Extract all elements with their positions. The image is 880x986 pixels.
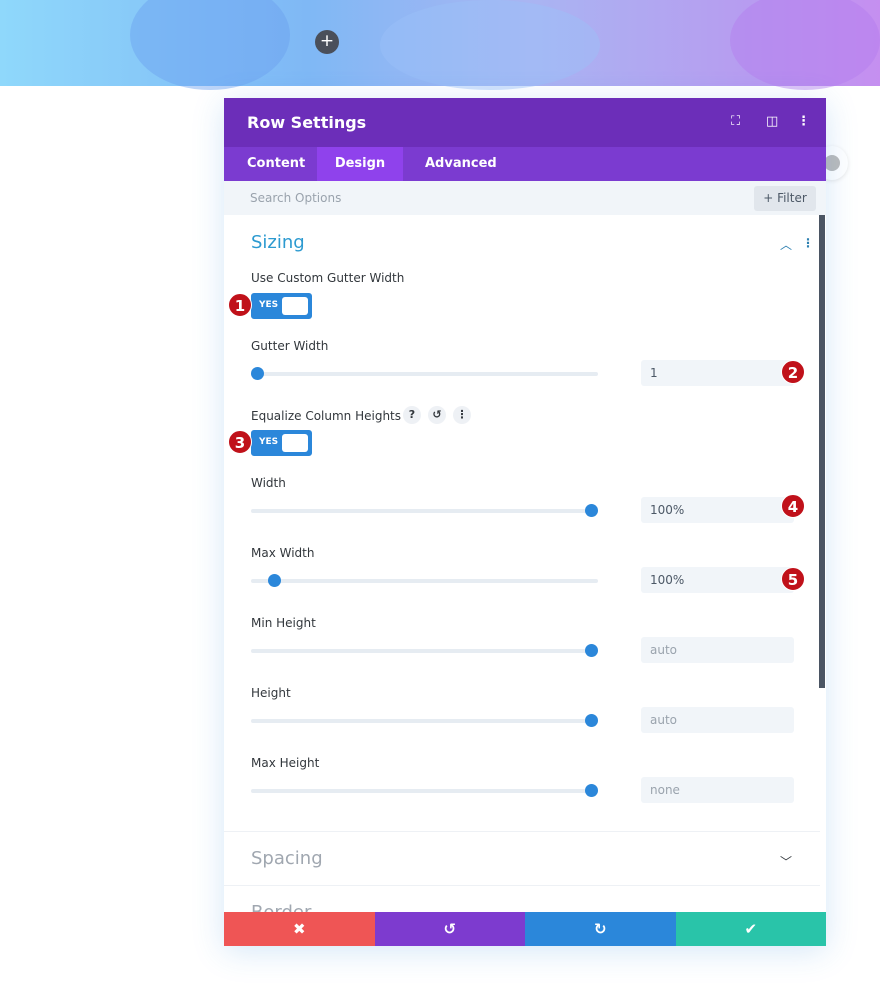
- slider-thumb[interactable]: [267, 574, 281, 587]
- custom-gutter-toggle[interactable]: YES: [251, 293, 312, 319]
- divider: [224, 831, 820, 832]
- field-label: Max Height: [251, 756, 320, 770]
- min-height-slider[interactable]: [251, 644, 598, 657]
- search-input[interactable]: Search Options: [250, 191, 341, 205]
- redo-button[interactable]: ↻: [525, 912, 676, 946]
- gutter-width-input[interactable]: 1: [641, 360, 794, 386]
- hero-background-image: [0, 0, 880, 90]
- annotation-badge: 1: [228, 293, 252, 317]
- slider-thumb[interactable]: [251, 367, 264, 380]
- filter-button[interactable]: + Filter: [754, 186, 816, 211]
- cancel-button[interactable]: ✖: [224, 912, 375, 946]
- modal-title: Row Settings: [247, 113, 367, 132]
- row-settings-modal: Row Settings ⛶ ◫ ⋮ Content Design Advanc…: [224, 98, 826, 946]
- max-height-input[interactable]: none: [641, 777, 794, 803]
- max-height-slider[interactable]: [251, 784, 598, 797]
- annotation-badge: 3: [228, 430, 252, 454]
- divider: [224, 885, 820, 886]
- slider-thumb[interactable]: [585, 714, 598, 727]
- min-height-input[interactable]: auto: [641, 637, 794, 663]
- toggle-label: YES: [259, 300, 279, 310]
- field-label: Gutter Width: [251, 339, 329, 353]
- field-label: Width: [251, 476, 286, 490]
- width-input[interactable]: 100%: [641, 497, 794, 523]
- help-icon[interactable]: ?: [403, 406, 421, 424]
- field-label: Height: [251, 686, 291, 700]
- add-section-button[interactable]: +: [315, 30, 339, 54]
- section-title-sizing[interactable]: Sizing: [251, 232, 305, 253]
- split-view-icon[interactable]: ◫: [766, 114, 778, 129]
- chevron-up-icon[interactable]: ︿: [780, 236, 792, 253]
- more-vertical-icon[interactable]: ⋮: [802, 236, 814, 250]
- field-label: Min Height: [251, 616, 316, 630]
- reset-icon[interactable]: ↺: [428, 406, 446, 424]
- width-slider[interactable]: [251, 504, 598, 517]
- slider-thumb[interactable]: [585, 504, 598, 517]
- chevron-down-icon[interactable]: ﹀: [780, 853, 792, 870]
- field-label: Max Width: [251, 546, 315, 560]
- annotation-badge: 5: [781, 567, 805, 591]
- tab-content[interactable]: Content: [224, 147, 328, 181]
- height-slider[interactable]: [251, 714, 598, 727]
- tab-advanced[interactable]: Advanced: [402, 147, 520, 181]
- section-title-spacing[interactable]: Spacing: [251, 848, 323, 869]
- more-vertical-icon[interactable]: ⋮: [453, 406, 471, 424]
- toggle-knob: [282, 297, 308, 315]
- field-label: Use Custom Gutter Width: [251, 271, 405, 285]
- slider-thumb[interactable]: [585, 784, 598, 797]
- save-button[interactable]: ✔: [675, 912, 826, 946]
- tab-design[interactable]: Design: [317, 147, 403, 181]
- search-bar: Search Options + Filter: [224, 181, 826, 215]
- fullscreen-icon[interactable]: ⛶: [731, 114, 740, 129]
- more-vertical-icon[interactable]: ⋮: [797, 114, 810, 129]
- slider-thumb[interactable]: [585, 644, 598, 657]
- annotation-badge: 2: [781, 360, 805, 384]
- scrollbar[interactable]: [819, 215, 825, 688]
- gutter-width-slider[interactable]: [251, 367, 598, 380]
- tab-bar: Content Design Advanced: [224, 147, 826, 181]
- annotation-badge: 4: [781, 494, 805, 518]
- max-width-input[interactable]: 100%: [641, 567, 794, 593]
- field-label: Equalize Column Heights: [251, 409, 402, 423]
- modal-header: Row Settings ⛶ ◫ ⋮: [224, 98, 826, 147]
- undo-button[interactable]: ↺: [374, 912, 525, 946]
- toggle-knob: [282, 434, 308, 452]
- equalize-heights-toggle[interactable]: YES: [251, 430, 312, 456]
- modal-footer: ✖ ↺ ↻ ✔: [224, 912, 826, 946]
- toggle-label: YES: [259, 437, 279, 447]
- max-width-slider[interactable]: [251, 574, 598, 587]
- height-input[interactable]: auto: [641, 707, 794, 733]
